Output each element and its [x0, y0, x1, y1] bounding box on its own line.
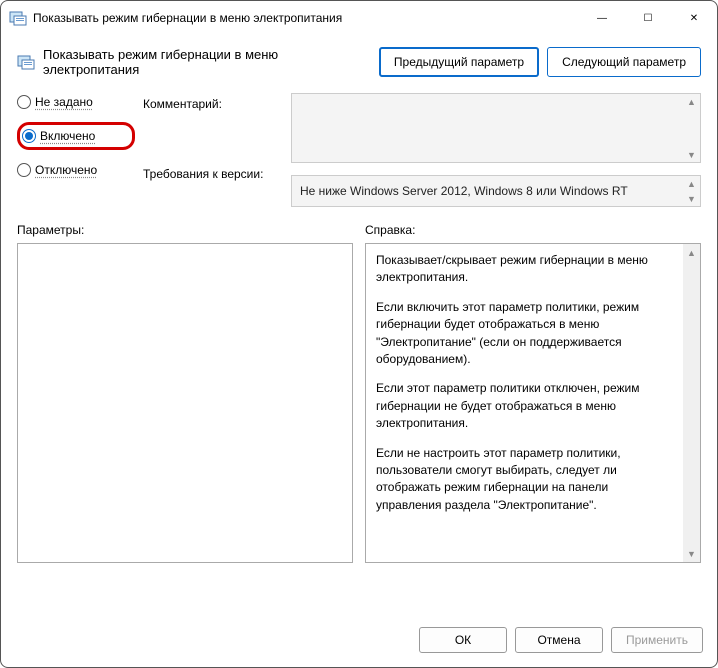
- ok-button[interactable]: ОК: [419, 627, 507, 653]
- radio-icon: [22, 129, 36, 143]
- parameters-label: Параметры:: [17, 223, 353, 237]
- policy-icon: [17, 53, 35, 71]
- app-icon: [9, 9, 27, 27]
- radio-label: Не задано: [35, 95, 93, 109]
- parameters-panel: [17, 243, 353, 563]
- comment-label: Комментарий:: [143, 97, 283, 111]
- prev-setting-button[interactable]: Предыдущий параметр: [379, 47, 539, 77]
- titlebar: Показывать режим гибернации в меню элект…: [1, 1, 717, 35]
- scroll-up-icon: ▲: [683, 244, 700, 261]
- scrollbar[interactable]: ▲ ▼: [683, 94, 700, 162]
- help-paragraph: Если не настроить этот параметр политики…: [376, 445, 673, 515]
- help-paragraph: Если включить этот параметр политики, ре…: [376, 299, 673, 369]
- scroll-up-icon: ▲: [683, 176, 700, 191]
- help-panel: Показывает/скрывает режим гибернации в м…: [365, 243, 701, 563]
- help-label: Справка:: [365, 223, 701, 237]
- minimize-button[interactable]: ―: [579, 3, 625, 33]
- next-setting-button[interactable]: Следующий параметр: [547, 47, 701, 77]
- help-paragraph: Показывает/скрывает режим гибернации в м…: [376, 252, 673, 287]
- scroll-down-icon: ▼: [683, 545, 700, 562]
- policy-header: Показывать режим гибернации в меню элект…: [13, 41, 705, 93]
- radio-enabled[interactable]: Включено: [17, 122, 135, 150]
- scroll-down-icon: ▼: [683, 147, 700, 162]
- cancel-button[interactable]: Отмена: [515, 627, 603, 653]
- scroll-up-icon: ▲: [683, 94, 700, 109]
- maximize-button[interactable]: ☐: [625, 3, 671, 33]
- radio-icon: [17, 95, 31, 109]
- close-button[interactable]: ✕: [671, 3, 717, 33]
- radio-label: Включено: [40, 129, 95, 143]
- dialog-footer: ОК Отмена Применить: [1, 613, 717, 667]
- requirements-text: Не ниже Windows Server 2012, Windows 8 и…: [300, 184, 628, 198]
- comment-textarea[interactable]: ▲ ▼: [291, 93, 701, 163]
- state-radios: Не задано Включено Отключено: [17, 93, 135, 207]
- help-text: Показывает/скрывает режим гибернации в м…: [366, 244, 683, 562]
- help-paragraph: Если этот параметр политики отключен, ре…: [376, 380, 673, 432]
- radio-disabled[interactable]: Отключено: [17, 163, 135, 177]
- radio-label: Отключено: [35, 163, 97, 177]
- policy-title: Показывать режим гибернации в меню элект…: [43, 47, 371, 77]
- scrollbar[interactable]: ▲ ▼: [683, 244, 700, 562]
- window-title: Показывать режим гибернации в меню элект…: [33, 11, 579, 25]
- requirements-box: Не ниже Windows Server 2012, Windows 8 и…: [291, 175, 701, 207]
- scrollbar[interactable]: ▲ ▼: [683, 176, 700, 206]
- apply-button[interactable]: Применить: [611, 627, 703, 653]
- scroll-down-icon: ▼: [683, 191, 700, 206]
- radio-icon: [17, 163, 31, 177]
- radio-not-configured[interactable]: Не задано: [17, 95, 135, 109]
- requirements-label: Требования к версии:: [143, 167, 283, 181]
